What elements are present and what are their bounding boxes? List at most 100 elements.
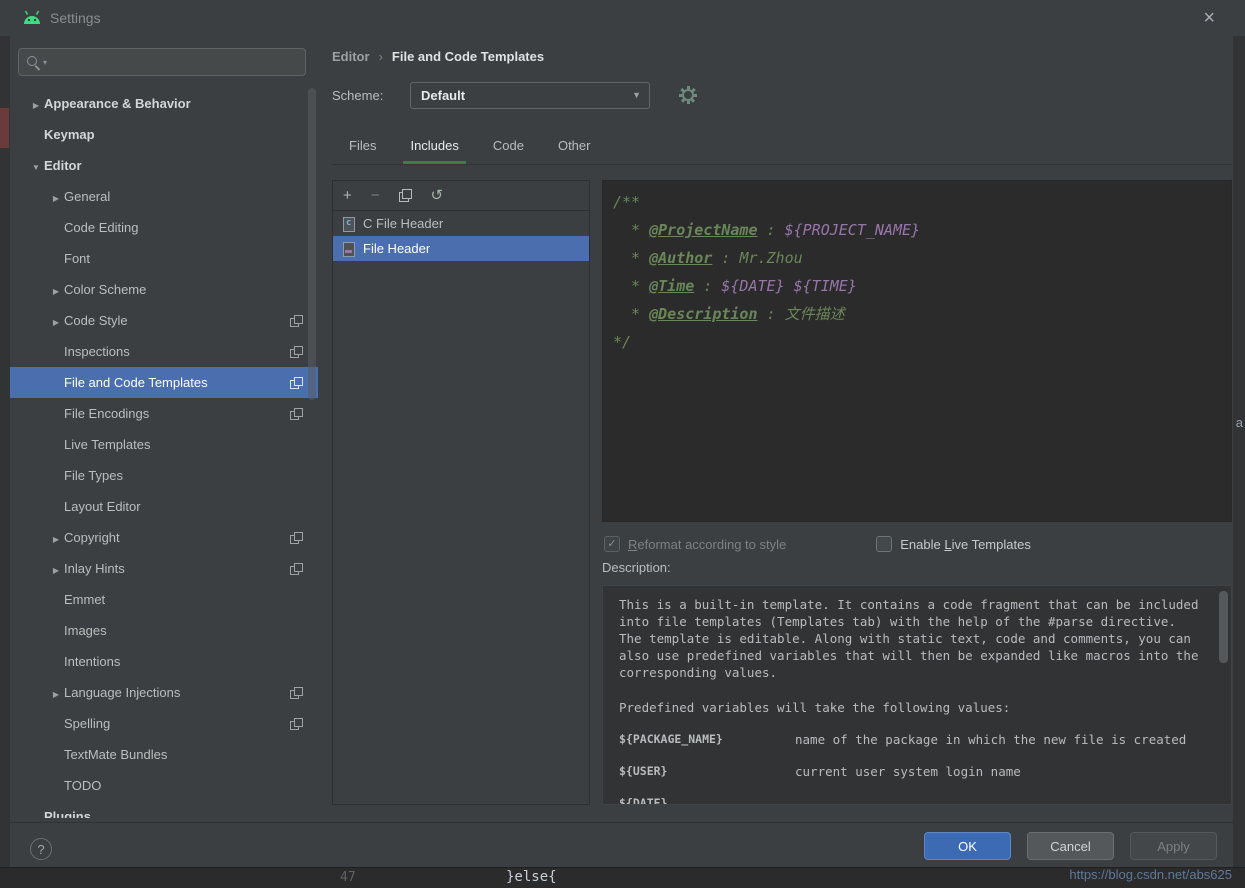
tab-other[interactable]: Other xyxy=(541,128,608,164)
sidebar-item-label: Code Editing xyxy=(64,220,138,235)
sidebar-item-keymap[interactable]: Keymap xyxy=(10,119,318,150)
help-label: ? xyxy=(37,842,44,857)
expand-arrow-icon[interactable]: ▶ xyxy=(48,524,64,555)
sidebar-item-label: TextMate Bundles xyxy=(64,747,167,762)
tab-label: Files xyxy=(349,138,376,153)
reformat-label: Reformat according to style xyxy=(628,537,786,552)
window-title: Settings xyxy=(50,10,101,26)
sidebar-item-language-injections[interactable]: ▶Language Injections xyxy=(10,677,318,708)
sidebar-item-intentions[interactable]: Intentions xyxy=(10,646,318,677)
code-line: /** xyxy=(613,188,1221,216)
expand-arrow-icon[interactable]: ▶ xyxy=(48,307,64,338)
sidebar-item-label: Images xyxy=(64,623,107,638)
template-editor[interactable]: /** * @ProjectName : ${PROJECT_NAME} * @… xyxy=(602,180,1232,522)
ok-button[interactable]: OK xyxy=(924,832,1011,860)
template-code: /** * @ProjectName : ${PROJECT_NAME} * @… xyxy=(613,188,1221,356)
reformat-checkbox[interactable]: ✓ xyxy=(604,536,620,552)
breadcrumb-current: File and Code Templates xyxy=(392,49,544,64)
template-item-c-file-header[interactable]: C File Header xyxy=(333,211,589,236)
shared-settings-icon xyxy=(290,346,302,358)
settings-sidebar: ▾ ▶Appearance & BehaviorKeymap▼Editor▶Ge… xyxy=(10,36,318,818)
help-button[interactable]: ? xyxy=(30,838,52,860)
sidebar-item-color-scheme[interactable]: ▶Color Scheme xyxy=(10,274,318,305)
sidebar-item-file-encodings[interactable]: File Encodings xyxy=(10,398,318,429)
close-icon[interactable]: × xyxy=(1203,6,1215,30)
tab-includes[interactable]: Includes xyxy=(393,128,475,164)
tab-label: Includes xyxy=(410,138,458,153)
sidebar-item-todo[interactable]: TODO xyxy=(10,770,318,801)
background-line-number: 47 xyxy=(340,870,356,885)
sidebar-item-inspections[interactable]: Inspections xyxy=(10,336,318,367)
apply-button[interactable]: Apply xyxy=(1130,832,1217,860)
sidebar-item-spelling[interactable]: Spelling xyxy=(10,708,318,739)
template-item-file-header[interactable]: File Header xyxy=(333,236,589,261)
template-list-toolbar: + − ↺ xyxy=(333,181,589,211)
sidebar-item-inlay-hints[interactable]: ▶Inlay Hints xyxy=(10,553,318,584)
scheme-value: Default xyxy=(421,88,632,103)
shared-settings-icon xyxy=(290,377,302,389)
variable-row: ${USER}current user system login name xyxy=(619,764,1215,779)
sidebar-scrollbar[interactable] xyxy=(308,88,316,400)
description-scrollbar[interactable] xyxy=(1219,591,1228,663)
collapse-arrow-icon[interactable]: ▼ xyxy=(28,152,44,183)
search-icon xyxy=(26,55,41,70)
expand-arrow-icon[interactable]: ▶ xyxy=(48,183,64,214)
variable-row: ${DATE} xyxy=(619,796,1215,805)
template-item-label: File Header xyxy=(363,241,430,256)
dialog-footer: ? OK Cancel Apply xyxy=(0,822,1245,868)
tab-label: Code xyxy=(493,138,524,153)
expand-arrow-icon[interactable]: ▶ xyxy=(48,276,64,307)
expand-arrow-icon[interactable]: ▶ xyxy=(28,90,44,121)
background-code-fragment: }else{ xyxy=(506,869,557,885)
tab-code[interactable]: Code xyxy=(476,128,541,164)
background-left-gap xyxy=(0,36,10,867)
sidebar-item-copyright[interactable]: ▶Copyright xyxy=(10,522,318,553)
sidebar-item-images[interactable]: Images xyxy=(10,615,318,646)
sidebar-item-label: Intentions xyxy=(64,654,120,669)
live-templates-checkbox[interactable] xyxy=(876,536,892,552)
sidebar-item-live-templates[interactable]: Live Templates xyxy=(10,429,318,460)
description-label: Description: xyxy=(602,560,671,575)
variable-name: ${USER} xyxy=(619,764,795,779)
sidebar-item-label: Copyright xyxy=(64,530,120,545)
sidebar-item-file-types[interactable]: File Types xyxy=(10,460,318,491)
sidebar-item-appearance-behavior[interactable]: ▶Appearance & Behavior xyxy=(10,88,318,119)
chevron-down-icon: ▼ xyxy=(632,90,641,100)
gear-icon[interactable] xyxy=(678,85,698,105)
reset-icon[interactable]: ↺ xyxy=(431,188,444,203)
expand-arrow-icon[interactable]: ▶ xyxy=(48,679,64,710)
breadcrumb-editor[interactable]: Editor xyxy=(332,49,370,64)
sidebar-item-plugins[interactable]: Plugins xyxy=(10,801,318,818)
sidebar-item-label: TODO xyxy=(64,778,101,793)
expand-arrow-icon[interactable]: ▶ xyxy=(48,555,64,586)
sidebar-item-code-style[interactable]: ▶Code Style xyxy=(10,305,318,336)
sidebar-item-layout-editor[interactable]: Layout Editor xyxy=(10,491,318,522)
tab-files[interactable]: Files xyxy=(332,128,393,164)
copy-icon[interactable] xyxy=(399,189,412,202)
breadcrumb-separator: › xyxy=(379,49,383,64)
screenshot-root: 47 }else{ Settings × ▾ xyxy=(0,0,1245,888)
add-icon[interactable]: + xyxy=(343,188,352,203)
cancel-button[interactable]: Cancel xyxy=(1027,832,1114,860)
search-history-caret-icon[interactable]: ▾ xyxy=(43,58,47,67)
sidebar-item-label: File Encodings xyxy=(64,406,149,421)
background-edge-text: a xyxy=(1236,415,1243,430)
template-tabs: Files Includes Code Other xyxy=(332,128,1232,165)
remove-icon[interactable]: − xyxy=(371,188,380,203)
sidebar-item-general[interactable]: ▶General xyxy=(10,181,318,212)
sidebar-item-file-and-code-templates[interactable]: File and Code Templates xyxy=(10,367,318,398)
settings-search[interactable]: ▾ xyxy=(18,48,306,76)
sidebar-item-font[interactable]: Font xyxy=(10,243,318,274)
sidebar-item-label: Language Injections xyxy=(64,685,180,700)
plain-file-icon xyxy=(341,241,357,257)
scheme-select[interactable]: Default ▼ xyxy=(410,82,650,109)
sidebar-item-textmate-bundles[interactable]: TextMate Bundles xyxy=(10,739,318,770)
sidebar-item-code-editing[interactable]: Code Editing xyxy=(10,212,318,243)
sidebar-item-editor[interactable]: ▼Editor xyxy=(10,150,318,181)
sidebar-item-label: File Types xyxy=(64,468,123,483)
template-options: ✓ Reformat according to style Enable Liv… xyxy=(604,533,1232,555)
description-paragraph: The template is editable. Along with sta… xyxy=(619,630,1215,681)
sidebar-item-label: Code Style xyxy=(64,313,128,328)
search-input[interactable] xyxy=(53,54,305,71)
sidebar-item-emmet[interactable]: Emmet xyxy=(10,584,318,615)
